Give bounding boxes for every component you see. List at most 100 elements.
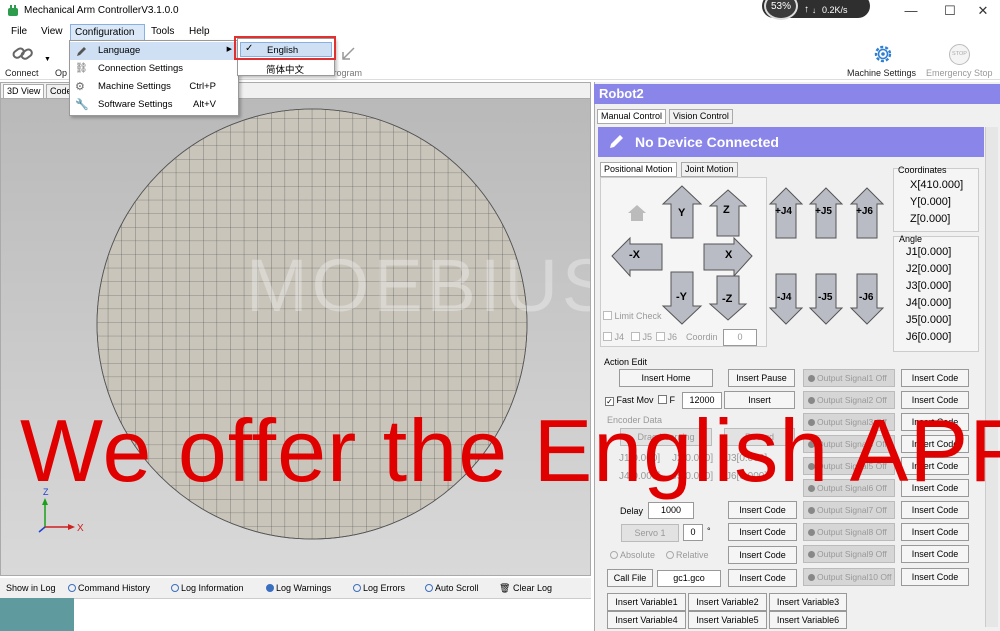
command-history-label: Command History <box>78 583 151 593</box>
clear-log-button[interactable]: 🗑 Clear Log <box>499 583 552 594</box>
j6-checkbox[interactable]: J6 <box>656 332 677 342</box>
angle-j1: J1[0.000] <box>906 246 952 258</box>
insert-code-signal-1[interactable]: Insert Code <box>901 369 969 387</box>
right-scrollbar[interactable] <box>985 127 998 627</box>
menu-tools[interactable]: Tools <box>151 26 174 37</box>
output-signal-7[interactable]: Output Signal7 Off <box>803 501 895 519</box>
limit-check-label: Limit Check <box>614 311 662 321</box>
insert-variable-5-button[interactable]: Insert Variable5 <box>688 611 767 629</box>
insert-code-call-button[interactable]: Insert Code <box>728 569 797 587</box>
j6-down-label: -J6 <box>859 292 874 303</box>
menu-item-connection-settings[interactable]: ⛓ Connection Settings <box>70 60 238 78</box>
insert-variable-1-button[interactable]: Insert Variable1 <box>607 593 686 611</box>
log-errors-option[interactable]: Log Errors <box>353 583 405 593</box>
work-area-canvas[interactable] <box>1 99 591 576</box>
tab-joint-motion[interactable]: Joint Motion <box>681 162 738 177</box>
status-dot-icon <box>808 507 815 514</box>
radio-icon <box>610 551 618 559</box>
insert-variable-4-button[interactable]: Insert Variable4 <box>607 611 686 629</box>
menu-help[interactable]: Help <box>189 26 210 37</box>
device-status-banner: No Device Connected <box>598 127 984 157</box>
output-signal-10[interactable]: Output Signal10 Off <box>803 568 895 586</box>
j4-checkbox-label: J4 <box>614 332 625 342</box>
delay-field[interactable]: 1000 <box>648 502 694 519</box>
servo-dropdown[interactable]: Servo 1 <box>621 524 679 542</box>
connect-button[interactable]: Connect <box>5 43 41 79</box>
j4-checkbox[interactable]: J4 <box>603 332 624 342</box>
insert-variable-2-button[interactable]: Insert Variable2 <box>688 593 767 611</box>
emergency-stop-button[interactable]: STOP Emergency Stop <box>925 43 997 79</box>
insert-variable-6-button[interactable]: Insert Variable6 <box>769 611 847 629</box>
menu-file[interactable]: File <box>11 26 27 37</box>
j4-up-label: +J4 <box>775 206 792 217</box>
maximize-button[interactable]: ☐ <box>933 0 967 22</box>
call-file-field[interactable]: gc1.gco <box>657 570 721 587</box>
app-icon <box>7 5 19 17</box>
menu-item-language[interactable]: Language ▶ <box>70 42 238 60</box>
angle-j3: J3[0.000] <box>906 280 952 292</box>
call-file-button[interactable]: Call File <box>607 569 653 587</box>
output-signal-9[interactable]: Output Signal9 Off <box>803 545 895 563</box>
output-signal-8[interactable]: Output Signal8 Off <box>803 523 895 541</box>
output-signal-label: Output Signal10 Off <box>817 572 892 582</box>
log-information-label: Log Information <box>181 583 244 593</box>
connect-dropdown-icon[interactable]: ▼ <box>44 56 51 63</box>
relative-radio[interactable]: Relative <box>666 550 709 560</box>
insert-code-signal-10[interactable]: Insert Code <box>901 568 969 586</box>
y-up-label: Y <box>678 207 686 219</box>
coordin-field[interactable]: 0 <box>723 329 757 346</box>
log-information-option[interactable]: Log Information <box>171 583 244 593</box>
insert-code-signal-8[interactable]: Insert Code <box>901 523 969 541</box>
axis-x-label: X <box>77 523 84 534</box>
auto-scroll-option[interactable]: Auto Scroll <box>425 583 479 593</box>
z-down-label: -Z <box>722 293 733 305</box>
j5-checkbox[interactable]: J5 <box>631 332 652 342</box>
tab-positional-motion[interactable]: Positional Motion <box>600 162 677 177</box>
machine-settings-label: Machine Settings <box>847 68 917 78</box>
tab-manual-control[interactable]: Manual Control <box>597 109 667 124</box>
close-button[interactable]: ✕ <box>966 0 1000 22</box>
angle-j6: J6[0.000] <box>906 331 952 343</box>
tab-vision-control[interactable]: Vision Control <box>669 109 733 124</box>
log-warnings-option[interactable]: Log Warnings <box>266 583 331 593</box>
insert-home-button[interactable]: Insert Home <box>619 369 713 387</box>
link-icon <box>12 47 33 60</box>
minimize-button[interactable]: — <box>894 0 928 22</box>
robot-name-header: Robot2 <box>594 84 1000 104</box>
insert-code-servo-button[interactable]: Insert Code <box>728 523 797 541</box>
tab-3d-view[interactable]: 3D View <box>3 84 45 99</box>
insert-code-signal-9[interactable]: Insert Code <box>901 545 969 563</box>
menu-item-software-settings[interactable]: 🔧 Software Settings Alt+V <box>70 96 238 114</box>
status-dot-icon <box>808 574 815 581</box>
radio-icon <box>353 584 361 592</box>
output-signal-1[interactable]: Output Signal1 Off <box>803 369 895 387</box>
output-signal-label: Output Signal7 Off <box>817 505 887 515</box>
insert-code-motion-button[interactable]: Insert Code <box>728 546 797 564</box>
insert-code-signal-7[interactable]: Insert Code <box>901 501 969 519</box>
limit-check[interactable]: Limit Check <box>603 311 662 321</box>
send-program-icon <box>340 46 356 62</box>
open-label[interactable]: Op <box>55 68 67 78</box>
status-dot-icon <box>808 529 815 536</box>
emergency-stop-label: Emergency Stop <box>926 68 993 78</box>
menu-item-machine-settings[interactable]: ⚙ Machine Settings Ctrl+P <box>70 78 238 96</box>
menu-view[interactable]: View <box>41 26 63 37</box>
command-history-option[interactable]: Command History <box>68 583 150 593</box>
output-signal-label: Output Signal8 Off <box>817 527 887 537</box>
radio-icon <box>171 584 179 592</box>
servo-value-field[interactable]: 0 <box>683 524 703 541</box>
insert-code-delay-button[interactable]: Insert Code <box>728 501 797 519</box>
log-output-area[interactable] <box>74 598 591 631</box>
radio-icon <box>666 551 674 559</box>
angle-j2: J2[0.000] <box>906 263 952 275</box>
insert-pause-button[interactable]: Insert Pause <box>728 369 795 387</box>
coordin-label: Coordin <box>686 332 718 342</box>
checkbox-icon <box>603 311 612 320</box>
machine-settings-button[interactable]: Machine Settings <box>845 43 921 79</box>
menu-item-chinese[interactable]: 简体中文 <box>240 60 332 76</box>
insert-variable-3-button[interactable]: Insert Variable3 <box>769 593 847 611</box>
configuration-dropdown: Language ▶ ⛓ Connection Settings ⚙ Machi… <box>69 40 239 116</box>
machine-settings-shortcut: Ctrl+P <box>189 81 216 92</box>
absolute-radio[interactable]: Absolute <box>610 550 655 560</box>
status-dot-icon <box>808 551 815 558</box>
